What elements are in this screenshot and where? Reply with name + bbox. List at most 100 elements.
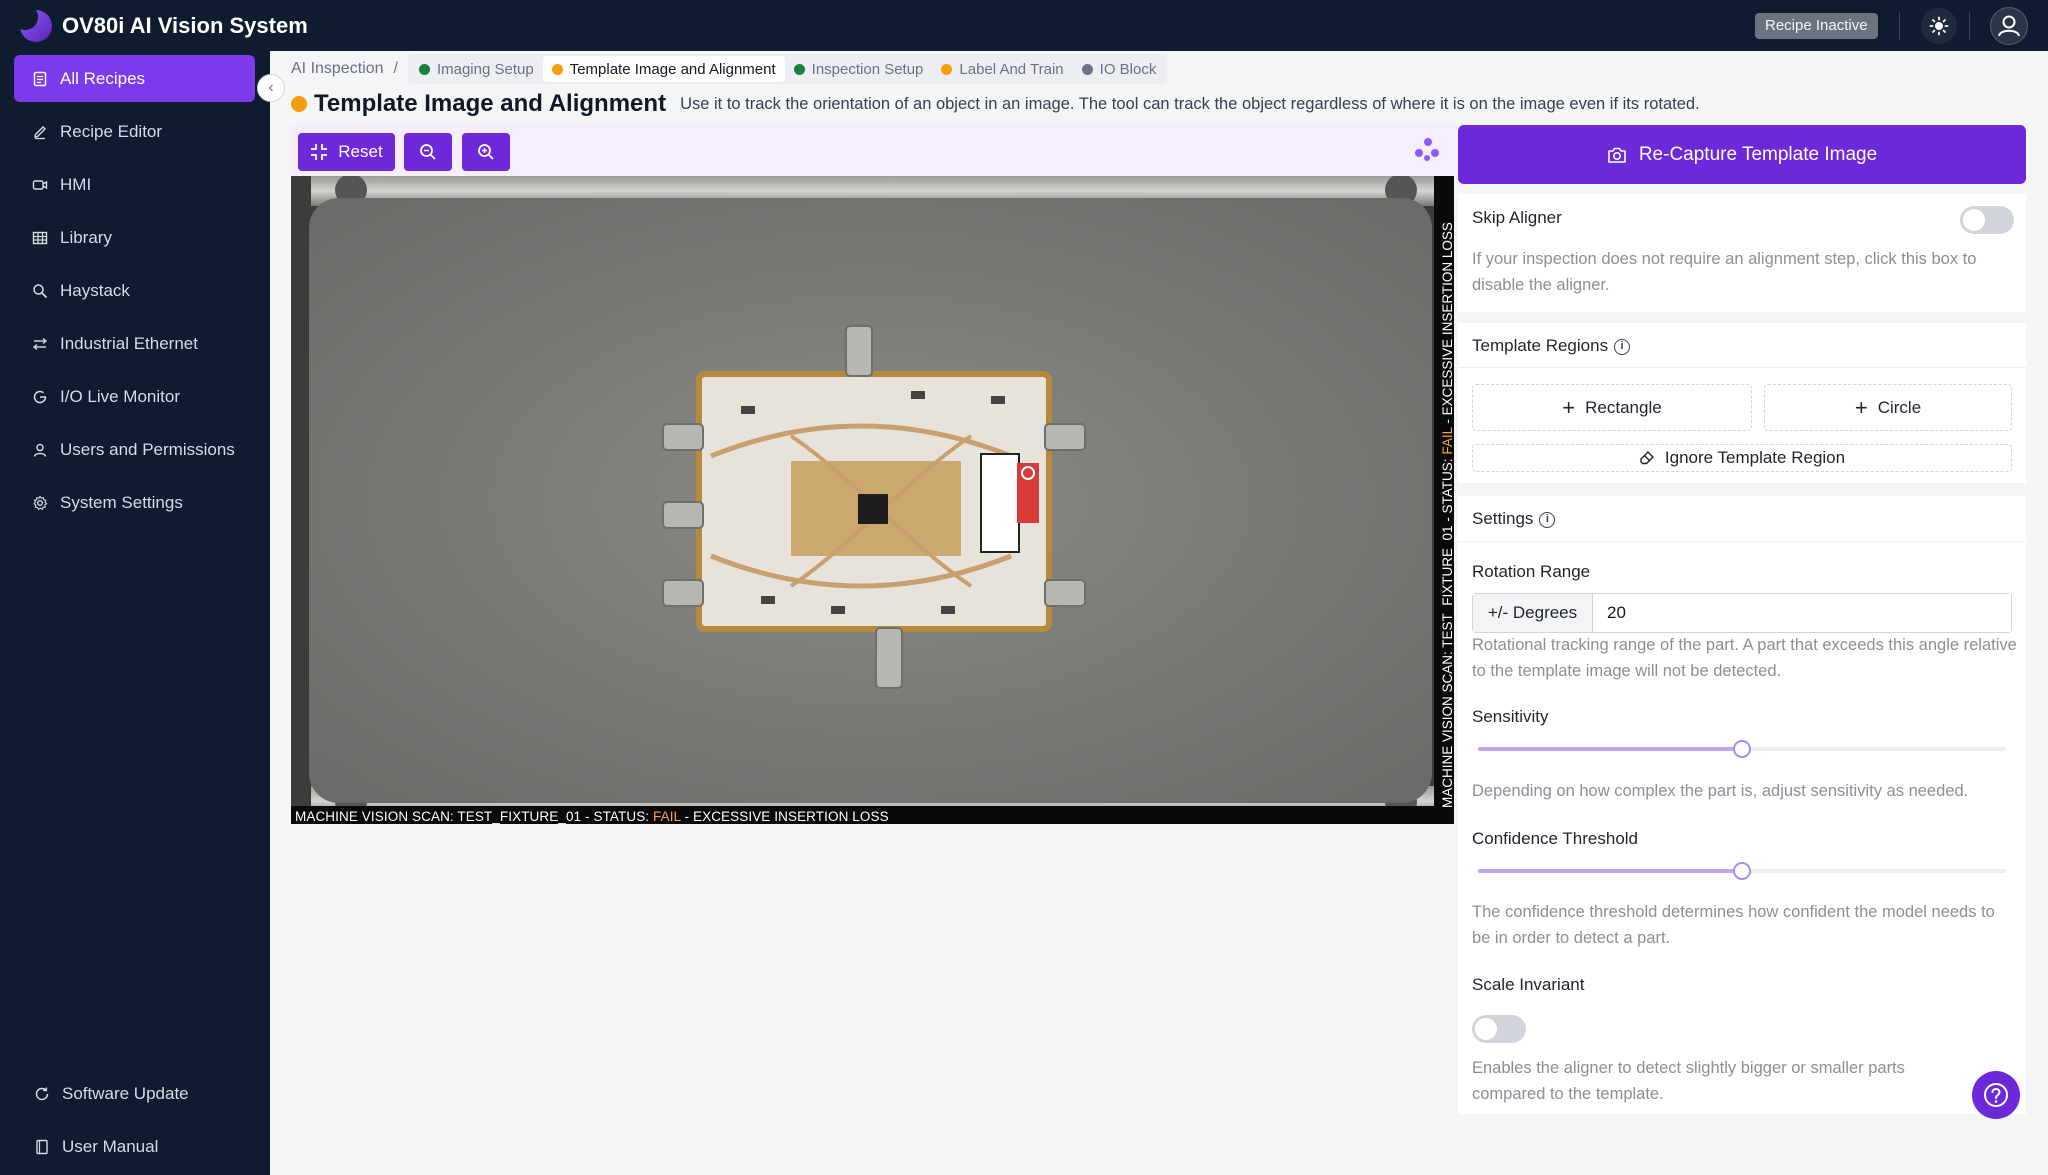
add-rectangle-button[interactable]: + Rectangle xyxy=(1472,384,1752,431)
scale-invariant-label: Scale Invariant xyxy=(1472,975,1585,994)
breadcrumb-separator: / xyxy=(393,60,398,77)
sidebar-item-label: System Settings xyxy=(60,492,183,512)
gauge-icon xyxy=(33,390,47,403)
step-tabs: Imaging Setup Template Image and Alignme… xyxy=(407,54,1168,84)
step-label-and-train[interactable]: Label And Train xyxy=(932,56,1072,82)
caption-status: FAIL xyxy=(653,809,681,824)
circle-label: Circle xyxy=(1877,397,1922,417)
settings-card: Settings i Rotation Range Rotational trac… xyxy=(1458,496,2026,1114)
divider xyxy=(1458,367,2026,368)
sidebar-collapse-button[interactable]: ‹ xyxy=(257,74,285,102)
sidebar-item-users-and-permissions[interactable]: Users and Permissions xyxy=(14,426,255,473)
table-icon xyxy=(32,231,48,244)
confidence-threshold-label: Confidence Threshold xyxy=(1472,829,1639,848)
status-dot xyxy=(941,63,953,75)
more-options-icon[interactable] xyxy=(1415,138,1441,164)
zoom-out-button[interactable] xyxy=(404,133,452,171)
recapture-label: Re-Capture Template Image xyxy=(1638,143,1878,165)
book-icon xyxy=(36,1139,48,1154)
sidebar-item-all-recipes[interactable]: All Recipes xyxy=(14,55,255,102)
gear-icon xyxy=(33,495,48,510)
eraser-icon xyxy=(1640,451,1654,465)
status-dot xyxy=(1081,63,1093,75)
breadcrumb: AI Inspection / Imaging Setup Template I… xyxy=(291,54,1168,84)
add-circle-button[interactable]: + Circle xyxy=(1764,384,2012,431)
rotation-range-label: Rotation Range xyxy=(1472,562,1591,581)
theme-toggle-button[interactable] xyxy=(1921,8,1957,44)
skip-aligner-description: If your inspection does not require an a… xyxy=(1472,250,1977,294)
sidebar-item-haystack[interactable]: Haystack xyxy=(14,267,255,314)
sidebar-item-recipe-editor[interactable]: Recipe Editor xyxy=(14,108,255,155)
sidebar-item-industrial-ethernet[interactable]: Industrial Ethernet xyxy=(14,320,255,367)
zoom-out-icon xyxy=(420,144,436,160)
sensitivity-label: Sensitivity xyxy=(1472,707,1549,726)
template-regions-card: Template Regions i + Rectangle + Circle Ign… xyxy=(1458,323,2026,483)
sidebar-item-hmi[interactable]: HMI xyxy=(14,161,255,208)
confidence-fill xyxy=(1478,869,1742,873)
image-toolbar: Reset xyxy=(291,124,1457,176)
skip-aligner-toggle[interactable] xyxy=(1960,206,2014,234)
breadcrumb-root[interactable]: AI Inspection xyxy=(291,60,384,78)
sidebar-item-label: All Recipes xyxy=(60,68,146,88)
ignore-label: Ignore Template Region xyxy=(1664,448,1846,467)
sidebar-item-label: Recipe Editor xyxy=(60,121,163,141)
confidence-slider[interactable] xyxy=(1478,862,2006,880)
caption-prefix: MACHINE VISION SCAN: TEST_FIXTURE_01 - S… xyxy=(295,809,654,824)
step-label: IO Block xyxy=(1099,60,1157,78)
top-bar: OV80i AI Vision System Recipe Inactive xyxy=(0,0,2048,51)
sidebar-item-io-live-monitor[interactable]: I/O Live Monitor xyxy=(14,373,255,420)
network-icon xyxy=(32,337,48,350)
sidebar-item-system-settings[interactable]: System Settings xyxy=(14,479,255,526)
step-io-block[interactable]: IO Block xyxy=(1073,56,1166,82)
sensitivity-fill xyxy=(1478,747,1742,751)
video-icon xyxy=(32,179,48,190)
scale-invariant-description: Enables the aligner to detect slightly b… xyxy=(1472,1059,1905,1103)
sidebar-item-label: Users and Permissions xyxy=(60,439,235,459)
template-image[interactable]: MACHINE VISION SCAN: TEST_FIXTURE_01 - S… xyxy=(291,176,1454,824)
recapture-template-button[interactable]: Re-Capture Template Image xyxy=(1458,125,2026,184)
sidebar-item-label: I/O Live Monitor xyxy=(60,386,180,406)
ignore-template-region-button[interactable]: Ignore Template Region xyxy=(1472,444,2012,472)
confidence-description: The confidence threshold determines how … xyxy=(1472,903,1995,947)
step-inspection-setup[interactable]: Inspection Setup xyxy=(785,56,933,82)
sensitivity-slider[interactable] xyxy=(1478,740,2006,758)
rotation-range-description: Rotational tracking range of the part. A… xyxy=(1472,636,2017,680)
sidebar-item-software-update[interactable]: Software Update xyxy=(14,1070,255,1117)
sidebar-item-library[interactable]: Library xyxy=(14,214,255,261)
sensitivity-thumb[interactable] xyxy=(1733,740,1751,758)
zoom-in-button[interactable] xyxy=(462,133,510,171)
status-dot xyxy=(551,63,563,75)
settings-header: Settings i xyxy=(1472,509,1556,529)
sidebar-item-user-manual[interactable]: User Manual xyxy=(14,1123,255,1170)
search-icon xyxy=(33,283,48,298)
rotation-unit-addon: +/- Degrees xyxy=(1473,594,1593,632)
camera-icon xyxy=(1608,147,1626,163)
settings-title: Settings xyxy=(1472,509,1534,528)
help-button[interactable] xyxy=(1972,1071,2020,1119)
user-menu-button[interactable] xyxy=(1990,7,2028,45)
plus-icon: + xyxy=(1562,394,1576,420)
sidebar-item-label: Software Update xyxy=(62,1083,189,1103)
rotation-range-input[interactable] xyxy=(1593,594,2011,632)
status-dot xyxy=(418,63,430,75)
info-icon[interactable]: i xyxy=(1614,338,1631,355)
sidebar-item-label: User Manual xyxy=(62,1136,159,1156)
rotation-range-input-group: +/- Degrees xyxy=(1472,593,2012,633)
rectangle-label: Rectangle xyxy=(1585,397,1662,417)
reset-button[interactable]: Reset xyxy=(298,133,395,171)
sidebar-item-label: HMI xyxy=(60,174,92,194)
step-imaging-setup[interactable]: Imaging Setup xyxy=(410,56,543,82)
confidence-thumb[interactable] xyxy=(1733,862,1751,880)
step-label: Inspection Setup xyxy=(811,60,924,78)
help-icon xyxy=(1984,1083,2008,1107)
sensitivity-description: Depending on how complex the part is, ad… xyxy=(1472,782,1969,800)
info-icon[interactable]: i xyxy=(1539,511,1556,528)
conveyor-scene xyxy=(291,176,1454,824)
skip-aligner-card: Skip Aligner If your inspection does not… xyxy=(1458,194,2026,312)
caption-prefix: MACHINE VISION SCAN: TEST_FIXTURE_01 - S… xyxy=(1440,454,1455,808)
pencil-icon xyxy=(34,125,46,139)
scale-invariant-toggle[interactable] xyxy=(1472,1015,1526,1043)
step-template-image-and-alignment[interactable]: Template Image and Alignment xyxy=(542,56,785,82)
status-dot xyxy=(291,96,307,112)
divider xyxy=(1899,12,1900,40)
